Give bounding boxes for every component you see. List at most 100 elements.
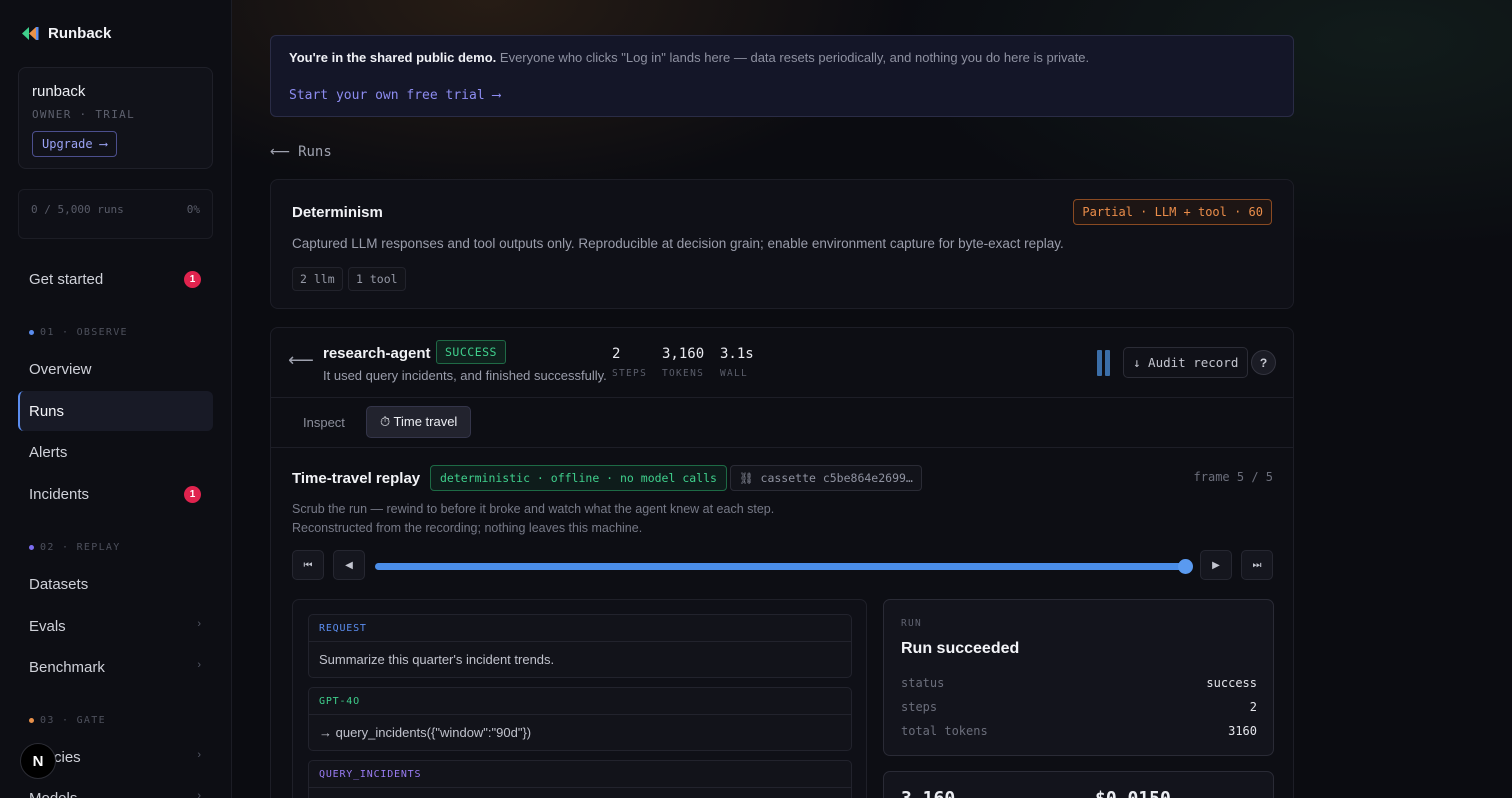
nav-badge: 1 (184, 271, 201, 288)
chevron-right-icon: › (197, 659, 201, 671)
tab-time-travel[interactable]: ⏱ Time travel (366, 406, 472, 438)
back-to-runs-link[interactable]: ⟵ Runs (270, 143, 332, 160)
determinism-badge: Partial · LLM + tool · 60 (1073, 199, 1272, 225)
metrics-panel: 3,160 $0.0150 (883, 771, 1274, 798)
back-label: Runs (298, 143, 332, 160)
help-button[interactable]: ? (1251, 350, 1276, 375)
timetravel-description: Scrub the run — rewind to before it brok… (292, 500, 774, 538)
nav-overview[interactable]: Overview (18, 349, 213, 389)
run-state-panel: RUN Run succeeded status success steps 2… (883, 599, 1274, 756)
org-role: OWNER · TRIAL (32, 108, 135, 121)
pause-bars-icon[interactable] (1097, 350, 1111, 376)
chevron-right-icon: › (197, 618, 201, 630)
state-row-status: status success (901, 676, 1257, 690)
stat-value: 2 (612, 346, 621, 362)
nav-label: Alerts (29, 443, 68, 461)
metric-cost: $0.0150 (1095, 788, 1171, 798)
event-body (309, 788, 851, 798)
frame-counter: frame 5 / 5 (1193, 470, 1273, 484)
brand[interactable]: Runback (20, 24, 111, 43)
nav-models[interactable]: Models › (18, 778, 213, 798)
chevron-right-icon: › (197, 790, 201, 798)
event-request[interactable]: REQUEST Summarize this quarter's inciden… (308, 614, 852, 678)
nav-label: Evals (29, 617, 66, 635)
event-tool[interactable]: QUERY_INCIDENTS (308, 760, 852, 798)
scrubber-track[interactable] (375, 559, 1193, 574)
stat-wall: 3.1s WALL (720, 346, 754, 379)
upgrade-button[interactable]: Upgrade ⟶ (32, 131, 118, 157)
determinism-title: Determinism (292, 204, 383, 221)
brand-name: Runback (48, 25, 112, 42)
section-gate: 03 · GATE (29, 715, 106, 726)
nav-label: Benchmark (29, 658, 105, 676)
run-tabs: Inspect ⏱ Time travel (271, 398, 1293, 448)
event-body: → query_incidents({"window":"90d"}) (319, 725, 532, 740)
nav-incidents[interactable]: Incidents 1 (18, 474, 213, 514)
next-frame-button[interactable]: ▶ (1200, 550, 1232, 580)
nav-datasets[interactable]: Datasets (18, 564, 213, 604)
usage-meter: 0 / 5,000 runs 0% (18, 189, 213, 239)
stat-label: STEPS (612, 368, 648, 379)
state-key: status (901, 676, 945, 690)
last-frame-button[interactable]: ⏭ (1241, 550, 1273, 580)
org-name: runback (32, 83, 86, 100)
nav-alerts[interactable]: Alerts (18, 432, 213, 472)
event-body: Summarize this quarter's incident trends… (319, 652, 555, 667)
state-key: steps (901, 700, 938, 714)
state-value: 2 (1249, 700, 1257, 714)
capture-chip: 2 llm (292, 267, 343, 291)
cassette-badge[interactable]: ⛓ cassette c5be864e2699… (730, 465, 922, 491)
stat-value: 3,160 (662, 346, 705, 362)
determinism-card: Determinism Partial · LLM + tool · 60 Ca… (270, 179, 1294, 309)
banner-text: You're in the shared public demo. Everyo… (289, 50, 1089, 65)
mode-badge: deterministic · offline · no model calls (430, 465, 727, 491)
arrow-left-icon: ⟵ (270, 143, 291, 159)
nav-label: Datasets (29, 575, 89, 593)
stat-value: 3.1s (720, 346, 754, 362)
nav-label: Overview (29, 360, 92, 378)
stat-label: TOKENS (662, 368, 705, 379)
scrubber-handle[interactable] (1178, 559, 1193, 574)
stat-tokens: 3,160 TOKENS (662, 346, 704, 379)
usage-text: 0 / 5,000 runs (31, 203, 124, 216)
section-observe: 01 · OBSERVE (29, 327, 128, 338)
dev-tools-button[interactable]: N (20, 743, 56, 779)
timetravel-title: Time-travel replay (292, 470, 421, 487)
nav-label: Runs (29, 402, 65, 420)
first-frame-button[interactable]: ⏮ (292, 550, 324, 580)
nav-label: Models (29, 789, 78, 798)
usage-percent: 0% (186, 203, 200, 216)
tab-inspect[interactable]: Inspect (290, 406, 358, 438)
events-panel: REQUEST Summarize this quarter's inciden… (292, 599, 867, 798)
nav-benchmark[interactable]: Benchmark › (18, 647, 213, 687)
state-title: Run succeeded (901, 640, 1020, 657)
org-card: runback OWNER · TRIAL Upgrade ⟶ (18, 67, 213, 169)
event-kind: GPT-4O (309, 688, 851, 715)
capture-chip: 1 tool (348, 267, 406, 291)
run-header: ⟵ research-agent SUCCESS It used query i… (271, 328, 1293, 398)
state-row-steps: steps 2 (901, 700, 1257, 714)
back-arrow-icon[interactable]: ⟵ (288, 350, 314, 371)
event-kind: QUERY_INCIDENTS (309, 761, 851, 788)
desc-line: Reconstructed from the recording; nothin… (292, 521, 643, 535)
nav-runs[interactable]: Runs (18, 391, 213, 431)
section-label: 01 · OBSERVE (40, 327, 128, 338)
event-llm[interactable]: GPT-4O → query_incidents({"window":"90d"… (308, 687, 852, 751)
scrubber-fill (375, 563, 1185, 570)
section-dot (29, 330, 34, 335)
nav-get-started[interactable]: Get started 1 (18, 259, 213, 299)
section-label: 03 · GATE (40, 715, 106, 726)
runback-logo-icon (22, 27, 39, 40)
banner-bold: You're in the shared public demo. (289, 50, 497, 65)
free-trial-link[interactable]: Start your own free trial ⟶ (289, 88, 500, 103)
prev-frame-button[interactable]: ◀ (333, 550, 365, 580)
audit-record-button[interactable]: ↓ Audit record (1123, 347, 1249, 378)
sidebar: Runback runback OWNER · TRIAL Upgrade ⟶ … (0, 0, 232, 798)
nav-evals[interactable]: Evals › (18, 606, 213, 646)
state-value: success (1206, 676, 1257, 690)
section-dot (29, 718, 34, 723)
section-replay: 02 · REPLAY (29, 542, 121, 553)
state-row-tokens: total tokens 3160 (901, 724, 1257, 738)
status-badge: SUCCESS (436, 340, 506, 364)
determinism-description: Captured LLM responses and tool outputs … (292, 236, 1064, 251)
